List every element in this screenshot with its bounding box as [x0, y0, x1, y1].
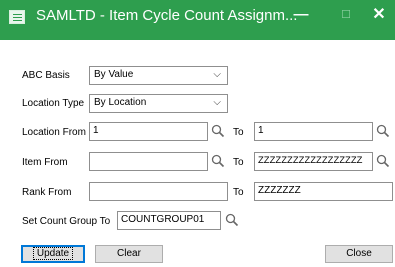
- update-button[interactable]: Update: [21, 245, 85, 263]
- location-type-value: By Location: [94, 97, 147, 108]
- window-title: SAMLTD - Item Cycle Count Assignm...: [36, 7, 298, 24]
- chevron-down-icon: ⌵: [213, 97, 221, 108]
- magnifier-icon[interactable]: [376, 124, 390, 138]
- app-icon: [9, 10, 25, 24]
- count-group-input[interactable]: COUNTGROUP01: [117, 211, 221, 230]
- abc-basis-select[interactable]: By Value ⌵: [89, 66, 228, 85]
- title-bar: SAMLTD - Item Cycle Count Assignm... — ☐…: [0, 0, 395, 53]
- update-button-label: Update: [32, 247, 74, 260]
- abc-basis-label: ABC Basis: [22, 70, 70, 81]
- item-from-input[interactable]: [89, 152, 208, 171]
- location-to-input[interactable]: 1: [254, 122, 373, 141]
- abc-basis-value: By Value: [94, 69, 134, 80]
- clear-button[interactable]: Clear: [95, 245, 163, 263]
- close-window-button[interactable]: ✕: [366, 4, 392, 26]
- minimize-button[interactable]: —: [288, 4, 314, 26]
- location-type-select[interactable]: By Location ⌵: [89, 94, 228, 113]
- item-to-input[interactable]: ZZZZZZZZZZZZZZZZZZ: [254, 152, 373, 171]
- magnifier-icon[interactable]: [225, 213, 239, 227]
- close-button[interactable]: Close: [325, 245, 393, 263]
- magnifier-icon[interactable]: [211, 154, 225, 168]
- location-from-label: Location From: [22, 127, 86, 138]
- item-from-label: Item From: [22, 157, 68, 168]
- rank-to-input[interactable]: ZZZZZZZ: [254, 182, 393, 201]
- menu-help[interactable]: Help: [35, 41, 58, 53]
- magnifier-icon[interactable]: [376, 154, 390, 168]
- chevron-down-icon: ⌵: [213, 69, 221, 80]
- magnifier-icon[interactable]: [211, 124, 225, 138]
- location-from-input[interactable]: 1: [89, 122, 208, 141]
- count-group-label: Set Count Group To: [22, 216, 111, 227]
- menu-bar: File Help: [0, 40, 395, 58]
- rank-to-label: To: [233, 187, 244, 198]
- location-to-label: To: [233, 127, 244, 138]
- rank-from-label: Rank From: [22, 187, 72, 198]
- menu-file[interactable]: File: [9, 41, 27, 53]
- rank-from-input[interactable]: [89, 182, 228, 201]
- maximize-button[interactable]: ☐: [333, 4, 359, 26]
- item-to-label: To: [233, 157, 244, 168]
- location-type-label: Location Type: [22, 98, 85, 109]
